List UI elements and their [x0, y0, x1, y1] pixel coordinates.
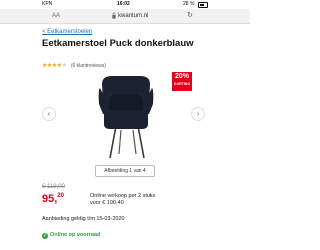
stock-status: ✓ Online op voorraad: [42, 232, 100, 239]
carrier-label: KPN: [42, 1, 53, 7]
battery-icon: [198, 2, 208, 8]
tabs-icon[interactable]: AA: [52, 12, 60, 20]
discount-label: KORTING: [173, 82, 191, 86]
star-empty-icon: ★: [61, 63, 67, 69]
reload-icon[interactable]: ↻: [187, 12, 193, 20]
chevron-right-icon[interactable]: ›: [191, 107, 205, 121]
check-circle-icon: ✓: [42, 233, 48, 239]
promo-validity: Aanbieding geldig t/m 15-03-2020: [42, 216, 125, 222]
product-image-chair[interactable]: [94, 74, 158, 160]
sale-price: 95,20: [42, 193, 64, 205]
bulk-offer-line-1: Online verkoop per 2 stuks: [90, 193, 156, 199]
gallery-pagination[interactable]: Afbeelding 1 van 4: [95, 165, 155, 177]
discount-badge: 20% KORTING: [172, 72, 192, 91]
product-rating[interactable]: ★★★★★ (6 klantreviews): [42, 63, 106, 70]
sale-price-cents: 20: [57, 193, 64, 199]
discount-percentage: 20%: [174, 73, 189, 80]
bulk-offer-line-2: voor € 190,40: [90, 200, 124, 206]
review-count-link[interactable]: (6 klantreviews): [71, 63, 106, 69]
bulk-offer: Online verkoop per 2 stuks voor € 190,40: [90, 193, 155, 207]
rating-stars: ★★★★★: [42, 63, 67, 69]
lock-icon: [112, 12, 116, 19]
stock-label: Online op voorraad: [50, 232, 101, 238]
status-time: 16:02: [117, 1, 130, 7]
status-bar: KPN 16:02 28 %: [0, 0, 250, 9]
breadcrumb-back-link[interactable]: < Eetkamerstoelen: [42, 29, 92, 36]
chevron-left-icon[interactable]: ‹: [42, 107, 56, 121]
url-text[interactable]: kwantum.nl: [118, 12, 148, 20]
old-price: € 119,00: [42, 184, 65, 190]
product-page: KPN 16:02 28 % AA kwantum.nl ↻ < Eetkame…: [0, 0, 250, 250]
battery-percentage: 28 %: [183, 1, 195, 7]
sale-price-euros: 95,: [42, 193, 58, 205]
product-title: Eetkamerstoel Puck donkerblauw: [42, 38, 194, 49]
browser-address-bar[interactable]: AA kwantum.nl ↻: [0, 9, 250, 24]
